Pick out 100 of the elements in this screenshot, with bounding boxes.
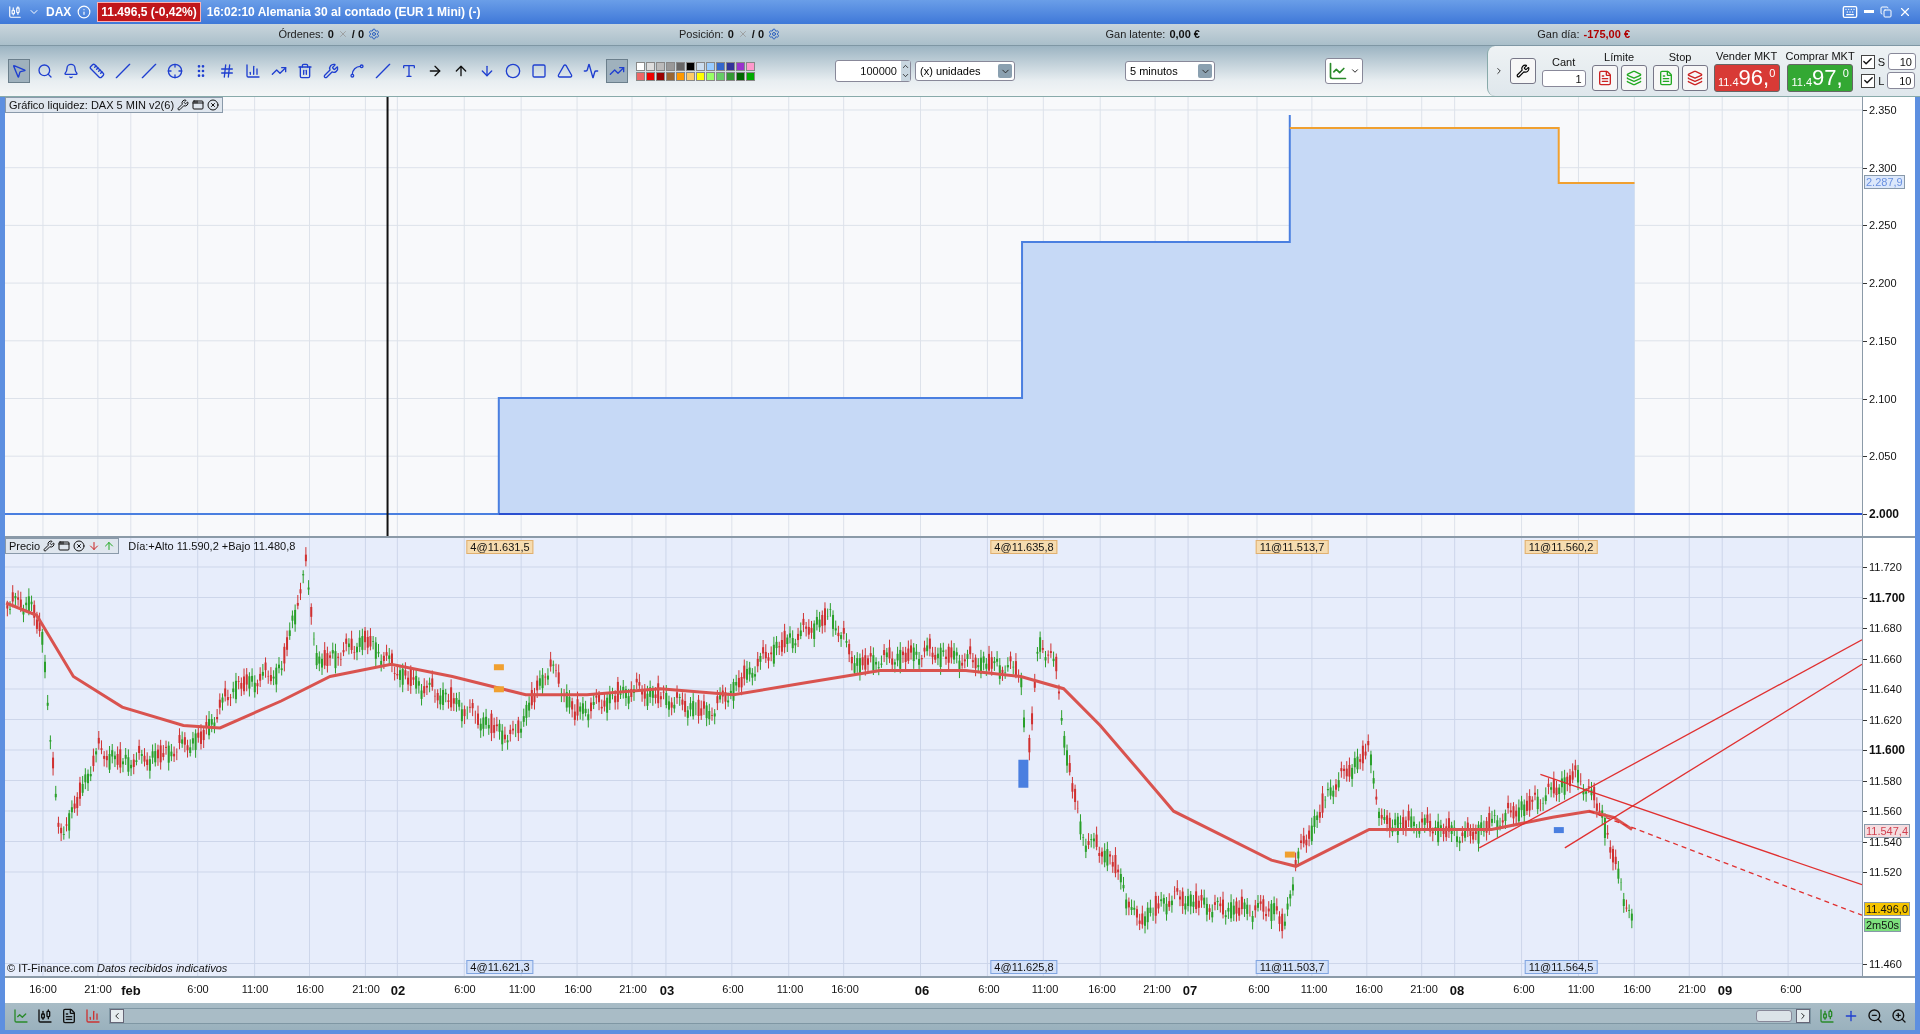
candlestick-icon[interactable] (37, 1008, 53, 1025)
price-tag: 11.496,0 (1864, 902, 1910, 917)
gear-icon[interactable] (768, 28, 780, 41)
window-icon[interactable] (192, 99, 205, 112)
color-swatch[interactable] (746, 71, 755, 81)
checkbox[interactable] (1860, 54, 1875, 69)
bars-icon[interactable] (85, 1008, 101, 1025)
wrench-icon[interactable] (43, 540, 56, 553)
scroll-left-button[interactable] (110, 1009, 124, 1024)
limit-buy-button[interactable] (1591, 65, 1618, 92)
axis-label: 11.580 (1869, 774, 1902, 787)
info-icon[interactable] (77, 4, 92, 19)
trash-icon (297, 63, 313, 80)
color-swatch[interactable] (636, 61, 645, 71)
channel-tool[interactable] (606, 59, 628, 84)
order-list-icon (1686, 70, 1703, 87)
axis-label: 2.350 (1869, 104, 1897, 117)
stop-sell-button[interactable] (1681, 65, 1708, 92)
color-swatch[interactable] (706, 61, 715, 71)
color-swatch[interactable] (646, 71, 655, 81)
panel-title: Precio (9, 540, 41, 553)
limit-sell-button[interactable] (1620, 65, 1647, 92)
indicator-chart-icon (1328, 61, 1348, 82)
time-label: 6:00 (978, 983, 1000, 996)
time-label: 21:00 (1143, 983, 1171, 996)
color-swatch[interactable] (686, 61, 695, 71)
stop-buy-button[interactable] (1652, 65, 1679, 92)
time-label: 16:00 (296, 983, 324, 996)
color-swatch[interactable] (656, 71, 665, 81)
stop-label: Stop (1668, 51, 1692, 64)
keyboard-icon[interactable] (1842, 3, 1858, 20)
color-swatch[interactable] (636, 71, 645, 81)
color-swatch[interactable] (666, 61, 675, 71)
checkbox-label: S (1877, 55, 1885, 68)
document-icon[interactable] (61, 1008, 77, 1025)
color-swatch[interactable] (726, 61, 735, 71)
pointer-icon (11, 63, 27, 80)
color-swatch[interactable] (656, 61, 665, 71)
last-value-tag: 2.287,9 (1864, 175, 1905, 190)
scroll-thumb[interactable] (1756, 1010, 1792, 1023)
color-swatch[interactable] (666, 71, 675, 81)
trade-label: 4@11.631,5 (466, 540, 534, 555)
time-label: 6:00 (1780, 983, 1802, 996)
time-label: 6:00 (1513, 983, 1535, 996)
color-swatch[interactable] (646, 61, 655, 71)
color-swatch[interactable] (696, 71, 705, 81)
color-swatch[interactable] (716, 71, 725, 81)
scrollbar[interactable] (109, 1008, 1811, 1025)
trade-label: 11@11.503,7 (1255, 960, 1329, 975)
close-icon[interactable] (207, 99, 220, 112)
color-swatch[interactable] (736, 61, 745, 71)
rectangle-icon (531, 63, 547, 80)
instrument-name: DAX (46, 4, 72, 19)
settings-button[interactable] (1509, 58, 1536, 85)
zoom-out-icon[interactable] (1867, 1008, 1883, 1025)
zoom-in-icon[interactable] (1891, 1008, 1907, 1025)
price-change-badge: 11.496,5 (-0,42%) (97, 1, 201, 22)
color-swatch[interactable] (716, 61, 725, 71)
search-icon (37, 63, 53, 80)
order-list-icon (1625, 70, 1642, 87)
restore-icon[interactable] (1880, 5, 1892, 18)
unit-dropdown[interactable]: (x) unidades (915, 61, 1015, 82)
window-title: 16:02:10 Alemania 30 al contado (EUR 1 Mini) (-) (206, 4, 481, 19)
close-icon[interactable] (73, 540, 86, 553)
info-total: / 0 (351, 28, 364, 41)
window-icon[interactable] (58, 540, 71, 553)
interval-dropdown[interactable]: 5 minutos (1125, 61, 1215, 82)
info-label: Gan día: (1537, 28, 1580, 41)
color-swatch[interactable] (696, 61, 705, 71)
axis-label: 11.640 (1869, 683, 1902, 696)
time-label: 16:00 (1088, 983, 1116, 996)
pointer-tool[interactable] (8, 59, 30, 84)
wrench-icon[interactable] (177, 99, 190, 112)
color-swatch[interactable] (736, 71, 745, 81)
time-label: 6:00 (454, 983, 476, 996)
color-swatch[interactable] (676, 61, 685, 71)
offset-field[interactable]: 10 (1887, 72, 1916, 90)
indicators-button[interactable] (1325, 58, 1363, 85)
time-label: 21:00 (84, 983, 112, 996)
time-label: 11:00 (508, 983, 536, 996)
color-swatch[interactable] (726, 71, 735, 81)
bell-icon (63, 63, 79, 80)
tools-icon (323, 63, 339, 80)
offset-field[interactable]: 10 (1888, 53, 1916, 71)
quantity-field[interactable]: 100000 (835, 60, 911, 83)
trend-lines[interactable] (1478, 639, 1862, 916)
color-swatch[interactable] (706, 71, 715, 81)
scroll-right-button[interactable] (1796, 1009, 1810, 1024)
wave-icon (583, 63, 599, 80)
time-label: feb (121, 983, 141, 999)
order-quantity-field[interactable]: 1 (1541, 69, 1586, 87)
color-swatch[interactable] (746, 61, 755, 71)
color-swatch[interactable] (676, 71, 685, 81)
time-label: 09 (1717, 983, 1733, 999)
axis-label: 2.050 (1869, 450, 1897, 463)
color-swatch[interactable] (686, 71, 695, 81)
gear-icon[interactable] (368, 28, 380, 41)
checkbox[interactable] (1861, 73, 1876, 88)
info-value: 0,00 € (1169, 28, 1200, 41)
minimize-icon[interactable] (1864, 10, 1874, 14)
